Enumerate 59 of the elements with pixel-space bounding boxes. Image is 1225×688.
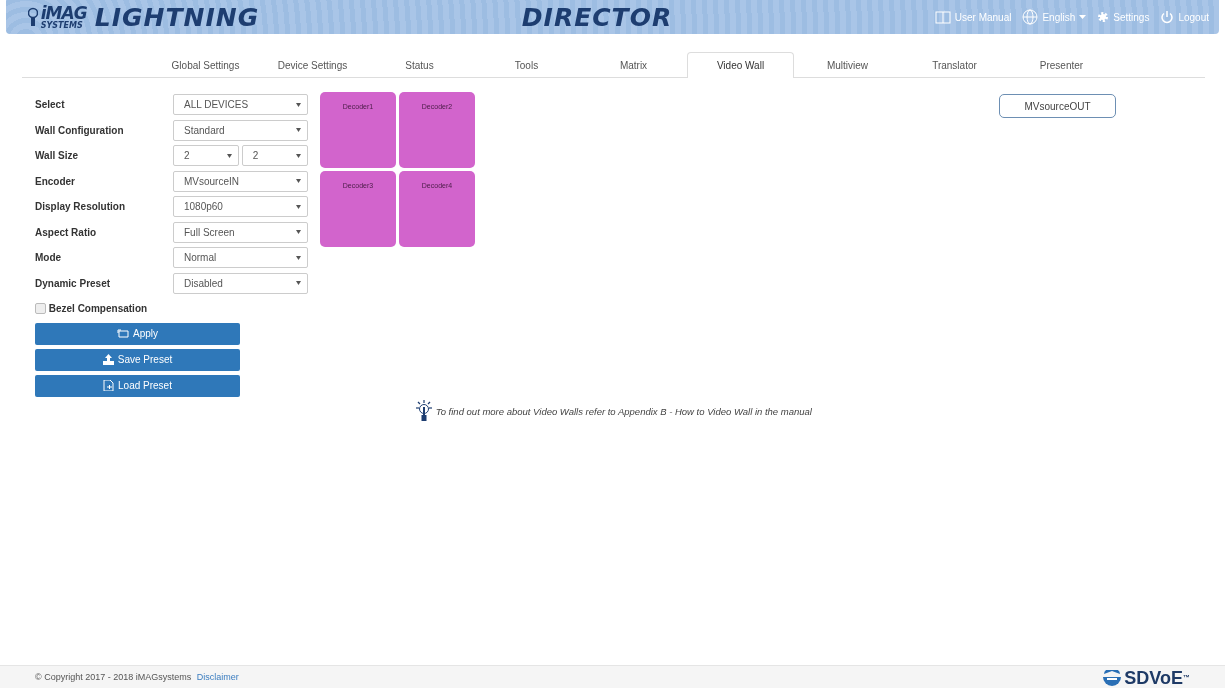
field-label: Mode [35,251,63,266]
lightbulb-icon [415,400,433,424]
gear-icon [1097,11,1110,23]
app-title: DIRECTOR [521,2,673,32]
select-field[interactable]: Normal [173,247,308,269]
apply-button[interactable]: Apply [35,322,240,345]
caret-icon [296,204,301,209]
select-field[interactable]: 2 [241,145,308,167]
globe-icon [1022,9,1039,25]
hint-text: To find out more about Video Walls refer to Appendix B - How to Video Wall in the manual [435,404,812,419]
select-field[interactable]: 2 [173,145,239,167]
tab[interactable]: Multiview [794,52,901,78]
caret-icon [296,179,301,184]
caret-icon [296,102,301,107]
field-label: Select [35,98,66,113]
product-name: LIGHTNING [94,2,260,32]
field-label: Dynamic Preset [35,276,112,291]
caret-icon [296,128,301,133]
tab[interactable]: Global Settings [152,52,259,78]
copyright-text: © Copyright 2017 - 2018 iMAGsystems [35,671,192,685]
checkbox[interactable] [35,303,46,315]
field-label: Encoder [35,174,76,189]
caret-icon [296,255,301,260]
caret-icon [296,230,301,235]
upload-icon [102,354,114,366]
load-button[interactable]: Load Preset [35,374,240,397]
field-label: Display Resolution [35,200,126,215]
caret-icon [1079,15,1087,19]
book-icon [934,9,951,25]
caret-icon [295,153,301,158]
bulb-icon [28,6,38,28]
field-label: Wall Size [35,149,79,164]
monitor-icon [117,328,129,340]
select-field[interactable]: ALL DEVICES [173,94,308,116]
tab[interactable]: Video Wall [687,52,794,78]
file-icon [103,380,115,392]
caret-icon [227,153,232,158]
checkbox-label: Bezel Compensation [48,301,148,316]
logo-subtitle: SYSTEMS [40,21,84,30]
caret-icon [296,281,301,286]
save-button[interactable]: Save Preset [35,348,240,371]
tab[interactable]: Presenter [1008,52,1115,78]
select-field[interactable]: Full Screen [173,221,308,243]
tab[interactable]: Matrix [580,52,687,78]
brand-logo-text: SDVoE$^{™}$ [1124,667,1190,688]
select-field[interactable]: Disabled [173,272,308,294]
power-icon [1160,10,1175,24]
field-label: Aspect Ratio [35,225,98,240]
logo-brand: iMAG [40,4,87,22]
disclaimer-link[interactable]: Disclaimer [196,671,239,685]
tab[interactable]: Status [366,52,473,78]
tab[interactable]: Device Settings [259,52,366,78]
output-button[interactable]: MVsourceOUT [999,94,1116,118]
select-field[interactable]: Standard [173,119,308,141]
select-field[interactable]: MVsourceIN [173,170,308,192]
tab[interactable]: Tools [473,52,580,78]
field-label: Wall Configuration [35,123,125,138]
select-field[interactable]: 1080p60 [173,196,308,218]
tab[interactable]: Translator [901,52,1008,78]
